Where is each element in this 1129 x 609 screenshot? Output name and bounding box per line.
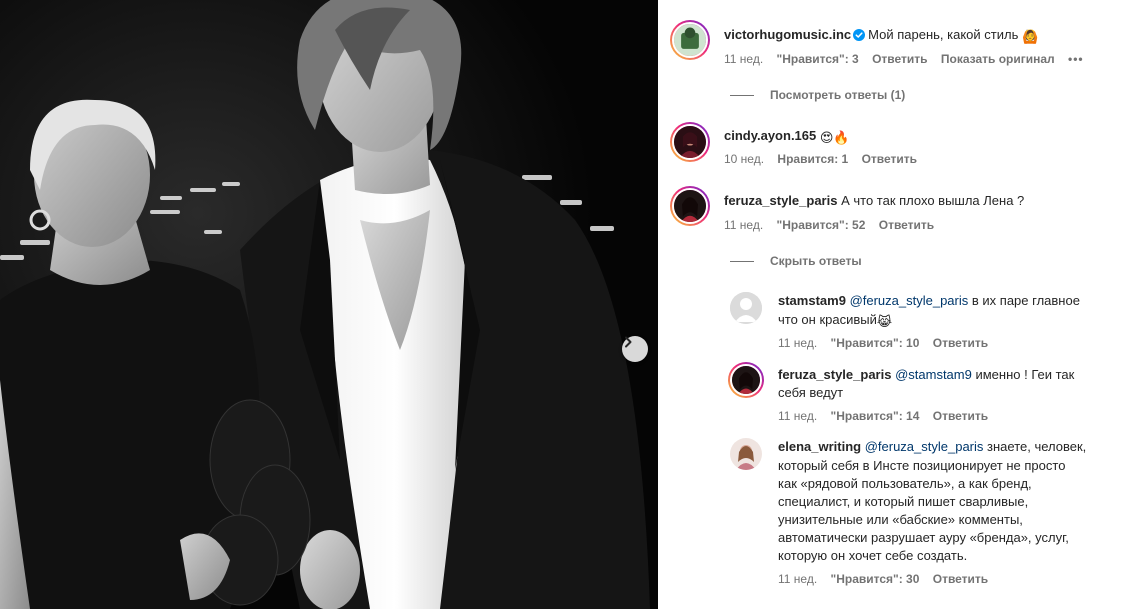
reply-button[interactable]: Ответить bbox=[933, 409, 988, 423]
avatar-image bbox=[672, 124, 708, 160]
reply-mention[interactable]: @stamstam9 bbox=[895, 367, 972, 382]
comment-username[interactable]: feruza_style_paris bbox=[724, 193, 837, 208]
avatar[interactable] bbox=[670, 122, 710, 162]
default-avatar-icon bbox=[730, 292, 762, 324]
view-replies-label: Посмотреть ответы (1) bbox=[770, 88, 906, 102]
comment-username[interactable]: victorhugomusic.inc bbox=[724, 27, 851, 42]
comment-likes[interactable]: "Нравится": 3 bbox=[777, 52, 859, 66]
reply-button[interactable]: Ответить bbox=[872, 52, 927, 66]
avatar-image bbox=[672, 22, 708, 58]
post-photo bbox=[0, 0, 658, 609]
comment-likes[interactable]: "Нравится": 52 bbox=[777, 218, 866, 232]
reply-text-line: в их паре главное bbox=[971, 293, 1080, 308]
reply-username[interactable]: feruza_style_paris bbox=[778, 367, 891, 382]
reply-text-line: знаете, человек, bbox=[987, 439, 1087, 454]
verified-badge-icon bbox=[853, 29, 866, 41]
avatar[interactable] bbox=[670, 186, 710, 226]
reply-mention[interactable]: @feruza_style_paris bbox=[865, 439, 984, 454]
reply-text-line: себя ведут bbox=[778, 385, 844, 400]
reply-text-line: автоматически разрушает ауру «бренда», у… bbox=[778, 530, 1069, 545]
reply-username[interactable]: elena_writing bbox=[778, 439, 861, 454]
reply-time[interactable]: 11 нед. bbox=[778, 572, 817, 586]
more-options-icon[interactable]: ••• bbox=[1068, 52, 1084, 66]
reply-text-line: который себя в Инсте позиционирует не пр… bbox=[778, 458, 1066, 473]
chevron-right-icon bbox=[625, 336, 632, 348]
post-image bbox=[0, 0, 658, 609]
reply-text-line: именно ! Геи так bbox=[975, 367, 1075, 382]
reply-emoji: 😹 bbox=[876, 314, 893, 329]
comment-emoji: 🙆 bbox=[1021, 29, 1039, 44]
avatar[interactable] bbox=[730, 438, 762, 470]
avatar[interactable] bbox=[670, 20, 710, 60]
comment-text: Мой парень, какой стиль bbox=[868, 27, 1019, 42]
reply-button[interactable]: Ответить bbox=[862, 152, 917, 166]
reply-likes[interactable]: "Нравится": 30 bbox=[831, 572, 920, 586]
comment-time[interactable]: 11 нед. bbox=[724, 52, 763, 66]
replies-divider bbox=[730, 94, 754, 96]
next-image-button[interactable] bbox=[622, 336, 648, 362]
avatar[interactable] bbox=[730, 292, 762, 324]
comment-username[interactable]: cindy.ayon.165 bbox=[724, 128, 816, 143]
comments-panel: victorhugomusic.inc Мой парень, какой сти… bbox=[658, 0, 1129, 609]
comment-time[interactable]: 11 нед. bbox=[724, 218, 763, 232]
reply-mention[interactable]: @feruza_style_paris bbox=[850, 293, 969, 308]
reply-likes[interactable]: "Нравится": 14 bbox=[831, 409, 920, 423]
reply-text-line: как «рядовой пользователь», а как бренд, bbox=[778, 476, 1032, 491]
reply-text-line: которую он хочет себе создать. bbox=[778, 548, 968, 563]
reply-text-line: унизительные или «бабские» комменты, bbox=[778, 512, 1023, 527]
reply-username[interactable]: stamstam9 bbox=[778, 293, 846, 308]
hide-replies-button[interactable]: Скрыть ответы bbox=[730, 254, 862, 268]
hide-replies-label: Скрыть ответы bbox=[770, 254, 862, 268]
reply-time[interactable]: 11 нед. bbox=[778, 336, 817, 350]
reply-button[interactable]: Ответить bbox=[879, 218, 934, 232]
reply-button[interactable]: Ответить bbox=[933, 336, 988, 350]
comment-text: А что так плохо вышла Лена ? bbox=[841, 193, 1025, 208]
avatar[interactable] bbox=[728, 362, 764, 398]
replies-divider bbox=[730, 260, 754, 262]
comment-time[interactable]: 10 нед. bbox=[724, 152, 764, 166]
view-replies-button[interactable]: Посмотреть ответы (1) bbox=[730, 88, 905, 102]
comment-emoji: 😍🔥 bbox=[819, 130, 850, 145]
avatar-image bbox=[730, 438, 762, 470]
avatar-image bbox=[672, 188, 708, 224]
reply-text-line: специалист, и который пишет сварливые, bbox=[778, 494, 1029, 509]
reply-button[interactable]: Ответить bbox=[933, 572, 988, 586]
reply-likes[interactable]: "Нравится": 10 bbox=[831, 336, 920, 350]
reply-text-line: что он красивый bbox=[778, 312, 877, 327]
show-original-button[interactable]: Показать оригинал bbox=[941, 52, 1055, 66]
avatar-image bbox=[730, 364, 762, 396]
reply-time[interactable]: 11 нед. bbox=[778, 409, 817, 423]
comment-likes[interactable]: Нравится: 1 bbox=[777, 152, 848, 166]
